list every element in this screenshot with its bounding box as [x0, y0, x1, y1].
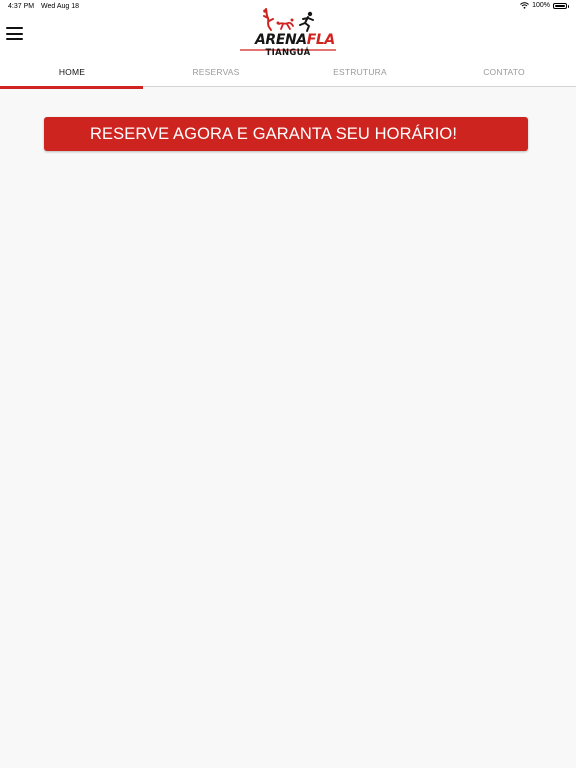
wifi-icon [520, 2, 529, 9]
status-date: Wed Aug 18 [41, 3, 80, 10]
status-time: 4:37 PM [8, 3, 35, 10]
tab-estrutura[interactable]: ESTRUTURA [288, 59, 432, 86]
logo-wordmark: ARENAFLA [255, 33, 335, 47]
reserve-now-button[interactable]: RESERVE AGORA E GARANTA SEU HORÁRIO! [44, 117, 528, 151]
reserve-now-label: RESERVE AGORA E GARANTA SEU HORÁRIO! [90, 125, 458, 143]
battery-percentage: 100% [532, 2, 550, 9]
tab-home[interactable]: HOME [0, 59, 144, 86]
tab-contato[interactable]: CONTATO [432, 59, 576, 86]
logo-word-arena: ARENA [255, 32, 307, 48]
tab-bar: HOME RESERVAS ESTRUTURA CONTATO [0, 59, 576, 87]
tab-reservas[interactable]: RESERVAS [144, 59, 288, 86]
battery-icon [553, 2, 569, 9]
logo-word-fla: FLA [306, 32, 336, 48]
status-indicators: 100% [520, 2, 569, 9]
logo-city: TIANGUÁ [265, 48, 311, 58]
hamburger-menu-icon[interactable] [6, 27, 24, 41]
status-bar: 4:37 PM Wed Aug 18 100% [0, 0, 576, 16]
active-tab-indicator [0, 86, 143, 89]
